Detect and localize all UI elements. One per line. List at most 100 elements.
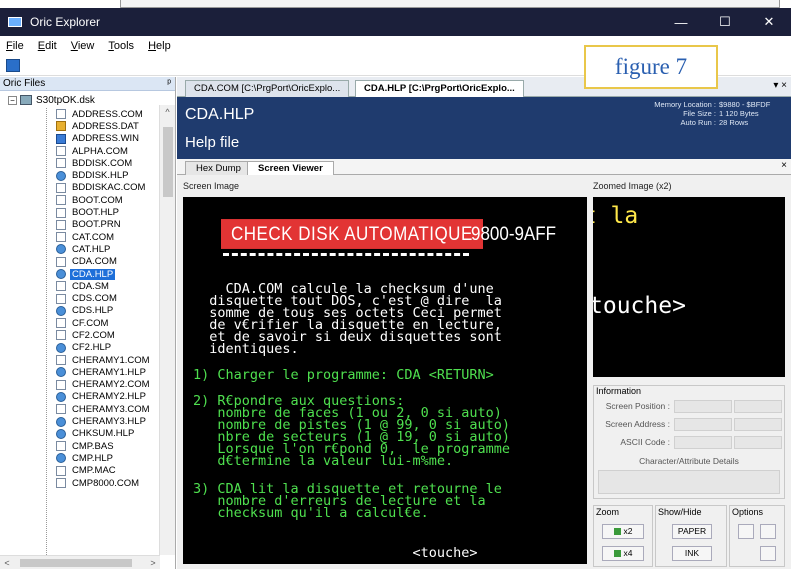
- close-tab-icon[interactable]: ×: [781, 160, 787, 171]
- file-item[interactable]: BOOT.PRN: [56, 219, 158, 231]
- file-name-label: BDDISKAC.COM: [72, 182, 146, 194]
- disk-label: S30tpOK.dsk: [36, 94, 95, 106]
- file-name-label: CMP8000.COM: [72, 477, 140, 489]
- file-list: ADDRESS.COM ADDRESS.DAT ADDRESS.WIN ALPHA.C…: [56, 108, 158, 489]
- document-file-icon: [56, 146, 66, 157]
- file-name-label: BDDISK.COM: [72, 157, 133, 169]
- tree-horizontal-scrollbar[interactable]: < >: [0, 555, 160, 569]
- file-item[interactable]: CHERAMY3.COM: [56, 403, 158, 415]
- file-item[interactable]: ADDRESS.COM: [56, 108, 158, 120]
- menu-view[interactable]: View: [71, 40, 95, 52]
- file-item[interactable]: CAT.COM: [56, 231, 158, 243]
- document-file-icon: [56, 158, 66, 169]
- menu-tools[interactable]: Tools: [108, 40, 134, 52]
- tree-root-disk[interactable]: − S30tpOK.dsk: [8, 93, 95, 107]
- file-item[interactable]: CHERAMY3.HLP: [56, 415, 158, 427]
- options-group-title: Options: [732, 507, 764, 517]
- zoom-x4-button[interactable]: x4: [602, 546, 644, 561]
- file-name-label: CF2.HLP: [72, 342, 112, 354]
- document-file-icon: [56, 318, 66, 329]
- grid-icon[interactable]: [760, 546, 776, 561]
- file-item[interactable]: CDS.HLP: [56, 305, 158, 317]
- hscroll-thumb[interactable]: [20, 559, 132, 567]
- tab-hex-dump[interactable]: Hex Dump: [185, 161, 252, 175]
- file-name-label: CHERAMY1.HLP: [72, 366, 146, 378]
- information-title: Information: [596, 386, 642, 396]
- file-item[interactable]: BOOT.COM: [56, 194, 158, 206]
- file-item[interactable]: BDDISK.HLP: [56, 169, 158, 181]
- screen-line: d€termine la valeur lui-m%me.: [193, 453, 454, 469]
- figure-label: figure 7: [584, 45, 718, 89]
- tab-menu-icon[interactable]: ▾ ×: [773, 80, 787, 91]
- close-button[interactable]: ✕: [747, 8, 791, 36]
- file-item[interactable]: CHERAMY1.COM: [56, 354, 158, 366]
- file-item[interactable]: CHKSUM.HLP: [56, 428, 158, 440]
- file-item[interactable]: CMP.MAC: [56, 465, 158, 477]
- tab-screen-viewer[interactable]: Screen Viewer: [247, 161, 334, 175]
- scroll-up-icon[interactable]: ^: [160, 105, 175, 119]
- file-item[interactable]: BDDISKAC.COM: [56, 182, 158, 194]
- collapse-icon[interactable]: −: [8, 95, 17, 105]
- file-item[interactable]: CHERAMY2.COM: [56, 379, 158, 391]
- top-strip-inner: [120, 0, 780, 8]
- file-item[interactable]: CHERAMY2.HLP: [56, 391, 158, 403]
- menu-file[interactable]: File: [6, 40, 24, 52]
- menu-edit[interactable]: Edit: [38, 40, 57, 52]
- zoom-x2-button[interactable]: x2: [602, 524, 644, 539]
- zoomed-image[interactable]: et la touche>: [593, 197, 785, 377]
- file-item[interactable]: CF2.HLP: [56, 342, 158, 354]
- file-name-label: CF.COM: [72, 317, 109, 329]
- file-name-label: CMP.HLP: [72, 452, 114, 464]
- paper-toggle-button[interactable]: PAPER: [672, 524, 712, 539]
- minimize-button[interactable]: —: [659, 8, 703, 36]
- ink-toggle-button[interactable]: INK: [672, 546, 712, 561]
- zoom-line-1: et la: [593, 203, 639, 229]
- file-item[interactable]: BOOT.HLP: [56, 206, 158, 218]
- file-item[interactable]: CF2.COM: [56, 329, 158, 341]
- file-item[interactable]: CMP.HLP: [56, 452, 158, 464]
- file-item[interactable]: CMP.BAS: [56, 440, 158, 452]
- help-file-icon: [56, 453, 66, 464]
- file-item[interactable]: CDA.HLP: [56, 268, 158, 280]
- open-image-icon[interactable]: [6, 59, 20, 72]
- file-item[interactable]: CF.COM: [56, 317, 158, 329]
- file-item[interactable]: CDA.SM: [56, 280, 158, 292]
- document-file-icon: [56, 330, 66, 341]
- file-item[interactable]: ADDRESS.DAT: [56, 120, 158, 132]
- screen-position-value: [674, 400, 732, 413]
- help-file-icon: [56, 342, 66, 353]
- ascii-code-value-2: [734, 436, 782, 449]
- tab-cda-hlp[interactable]: CDA.HLP [C:\PrgPort\OricExplo...: [355, 80, 524, 97]
- document-file-icon: [56, 219, 66, 230]
- window-title: Oric Explorer: [30, 15, 101, 29]
- title-bar: Oric Explorer — ☐ ✕: [0, 8, 791, 36]
- file-item[interactable]: ADDRESS.WIN: [56, 133, 158, 145]
- pin-icon[interactable]: ᵖ: [167, 77, 171, 91]
- file-item[interactable]: ALPHA.COM: [56, 145, 158, 157]
- zoomed-image-label: Zoomed Image (x2): [593, 181, 672, 191]
- screen-image[interactable]: CHECK DISK AUTOMATIQUE 9800-9AFF CDA.COM…: [183, 197, 587, 564]
- file-item[interactable]: CMP8000.COM: [56, 477, 158, 489]
- file-name-label: ADDRESS.COM: [72, 108, 143, 120]
- help-file-icon: [56, 244, 66, 255]
- file-item[interactable]: CDA.COM: [56, 256, 158, 268]
- file-item[interactable]: CDS.COM: [56, 292, 158, 304]
- tree-vertical-scrollbar[interactable]: ^ v: [159, 105, 175, 555]
- screen-address-value: [674, 418, 732, 431]
- scroll-thumb[interactable]: [163, 127, 173, 197]
- scroll-right-icon[interactable]: >: [146, 556, 160, 569]
- scroll-left-icon[interactable]: <: [0, 556, 14, 569]
- file-name-label: BDDISK.HLP: [72, 170, 129, 182]
- file-item[interactable]: BDDISK.COM: [56, 157, 158, 169]
- file-item[interactable]: CAT.HLP: [56, 243, 158, 255]
- file-item[interactable]: CHERAMY1.HLP: [56, 366, 158, 378]
- file-header: CDA.HLP Help file Memory Location : $9880…: [177, 97, 791, 159]
- file-name-label: CAT.COM: [72, 231, 115, 243]
- menu-help[interactable]: Help: [148, 40, 171, 52]
- print-icon[interactable]: [760, 524, 776, 539]
- tab-cda-com[interactable]: CDA.COM [C:\PrgPort\OricExplo...: [185, 80, 350, 97]
- oric-files-pane: Oric Files ᵖ − S30tpOK.dsk ADDRESS.COM AD…: [0, 77, 176, 569]
- screen-line: checksum qu'il a calcul€e.: [193, 505, 429, 521]
- copy-icon[interactable]: [738, 524, 754, 539]
- maximize-button[interactable]: ☐: [703, 8, 747, 36]
